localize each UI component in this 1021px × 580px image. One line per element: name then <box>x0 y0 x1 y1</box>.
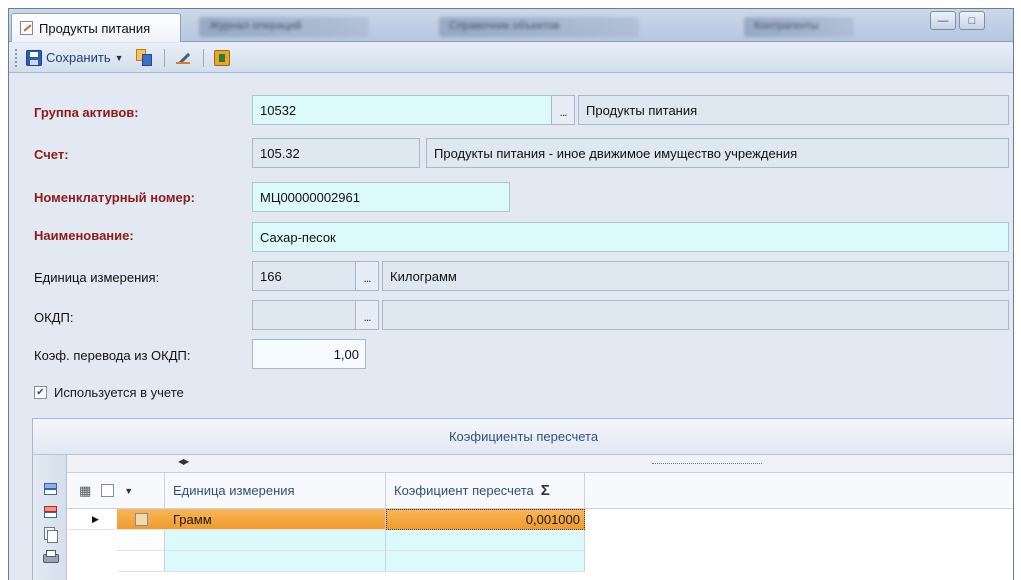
toolbar-separator <box>163 48 165 67</box>
okdp-coef-label: Коэф. перевода из ОКДП: <box>34 348 191 363</box>
exit-door-icon <box>213 49 230 66</box>
maximize-button[interactable]: □ <box>959 11 985 30</box>
empty-row-cell[interactable] <box>386 530 585 551</box>
name-input[interactable]: Сахар-песок <box>252 222 1009 252</box>
account-name-field: Продукты питания - иное движимое имущест… <box>426 138 1009 168</box>
row-checkbox[interactable] <box>134 512 148 526</box>
document-window: Продукты питания Журнал операций Справоч… <box>8 8 1014 580</box>
save-copy-icon <box>135 48 154 67</box>
okdp-code-input[interactable] <box>252 300 356 330</box>
nomenclature-number-label: Номенклатурный номер: <box>34 190 195 205</box>
grid-horizontal-scroll[interactable]: ◀▶ <box>67 455 1013 473</box>
exit-button[interactable] <box>210 46 234 70</box>
asset-group-lookup-button[interactable]: ... <box>551 95 575 125</box>
minimize-button[interactable]: — <box>930 11 956 30</box>
tab-products[interactable]: Продукты питания <box>11 13 181 42</box>
unit-code-input[interactable]: 166 <box>252 261 356 291</box>
toolbar-separator <box>202 48 204 67</box>
unit-name-field: Килограмм <box>382 261 1009 291</box>
coefficients-panel: Коэфициенты пересчета ◀▶ ▦ ▼ Единица изм… <box>32 418 1013 580</box>
form-area: Группа активов: 10532 ... Продукты питан… <box>9 74 1013 580</box>
table-row-unit-cell[interactable]: Грамм <box>165 509 386 530</box>
column-header-coef-label: Коэфициент пересчета <box>394 483 534 498</box>
okdp-coef-input[interactable]: 1,00 <box>252 339 366 369</box>
grid-layout-icon[interactable]: ▦ <box>79 483 91 499</box>
okdp-label: ОКДП: <box>34 310 74 325</box>
table-row-coef-cell[interactable]: 0,001000 <box>386 509 585 530</box>
edit-document-icon <box>20 21 33 35</box>
toolbar-grip[interactable] <box>15 48 18 67</box>
current-row-arrow-icon: ▶ <box>92 513 99 524</box>
tab-blurred-1[interactable]: Журнал операций <box>199 17 369 37</box>
used-in-accounting-row: ✔ Используется в учете <box>34 385 184 400</box>
empty-row-cell <box>117 530 165 551</box>
edit-button[interactable] <box>171 46 197 70</box>
empty-row-cell[interactable] <box>165 551 386 572</box>
copy-row-icon[interactable] <box>42 526 58 543</box>
print-icon[interactable] <box>42 549 59 565</box>
okdp-name-field <box>382 300 1009 330</box>
add-row-icon[interactable] <box>42 480 58 496</box>
save-label: Сохранить <box>46 50 111 65</box>
okdp-lookup-button[interactable]: ... <box>355 300 379 330</box>
save-multiple-button[interactable] <box>132 46 158 70</box>
asset-group-code-input[interactable]: 10532 <box>252 95 552 125</box>
tab-label: Продукты питания <box>39 20 151 36</box>
save-button[interactable]: Сохранить ▼ <box>22 46 128 70</box>
empty-row-cell[interactable] <box>386 551 585 572</box>
delete-row-icon[interactable] <box>42 503 58 519</box>
used-in-accounting-checkbox[interactable]: ✔ <box>34 386 47 399</box>
column-header-coef[interactable]: Коэфициент пересчета Σ <box>386 473 585 509</box>
asset-group-name-field: Продукты питания <box>578 95 1009 125</box>
pen-icon <box>175 49 193 67</box>
unit-lookup-button[interactable]: ... <box>355 261 379 291</box>
column-header-empty <box>585 473 1013 509</box>
scroll-indicator <box>652 463 762 464</box>
scroll-arrows-icon[interactable]: ◀▶ <box>178 457 189 466</box>
tab-blurred-3[interactable]: Контрагенты <box>744 17 854 37</box>
unit-label: Единица измерения: <box>34 270 160 285</box>
name-label: Наименование: <box>34 228 134 243</box>
nomenclature-number-input[interactable]: МЦ00000002961 <box>252 182 510 212</box>
tab-blurred-2[interactable]: Справочник объектов <box>439 17 639 37</box>
account-code-field: 105.32 <box>252 138 420 168</box>
select-all-checkbox[interactable] <box>101 484 115 497</box>
window-controls: — □ <box>930 11 985 30</box>
chevron-down-icon[interactable]: ▼ <box>115 53 124 63</box>
column-header-unit[interactable]: Единица измерения <box>165 473 386 509</box>
coefficients-grid: ▦ ▼ Единица измерения Коэфициент пересче… <box>67 473 1013 580</box>
empty-row-cell[interactable] <box>165 530 386 551</box>
grid-header-selector[interactable]: ▦ ▼ <box>67 473 165 509</box>
tab-strip: Продукты питания Журнал операций Справоч… <box>9 9 1013 42</box>
table-row-checkbox-cell[interactable] <box>117 509 165 530</box>
used-in-accounting-label: Используется в учете <box>54 385 184 400</box>
floppy-disk-icon <box>26 49 42 66</box>
grid-toolbar <box>33 455 67 580</box>
coefficients-panel-title: Коэфициенты пересчета <box>33 419 1013 455</box>
select-all-dropdown-icon[interactable]: ▼ <box>124 486 133 496</box>
sum-icon[interactable]: Σ <box>541 482 550 499</box>
empty-row-cell <box>117 551 165 572</box>
asset-group-label: Группа активов: <box>34 105 139 120</box>
toolbar: Сохранить ▼ <box>9 43 1013 73</box>
account-label: Счет: <box>34 147 69 162</box>
